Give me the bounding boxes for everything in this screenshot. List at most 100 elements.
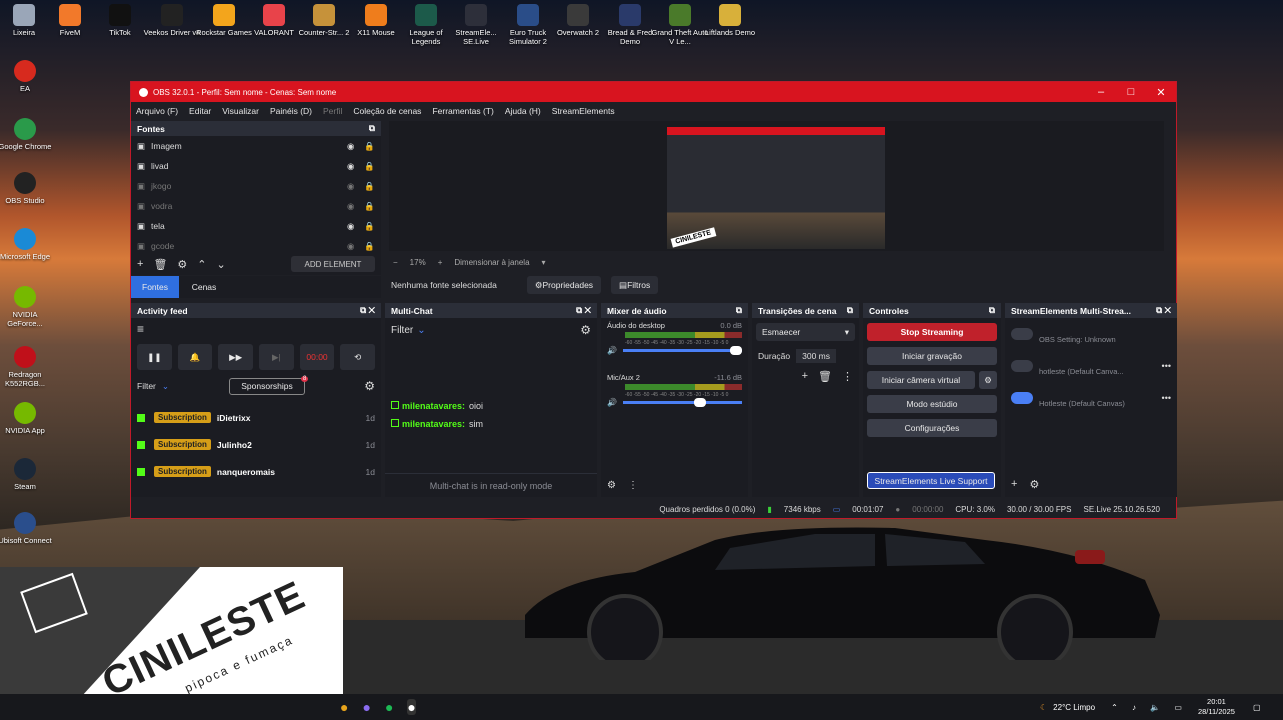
- multistream-item[interactable]: hotleste (Default Canva... •••: [1005, 350, 1177, 382]
- desktop-icon[interactable]: Redragon K552RGB...: [0, 346, 55, 388]
- eye-slash-icon[interactable]: ◉: [347, 181, 354, 192]
- remove-transition-icon[interactable]: 🗑: [818, 370, 832, 383]
- zoom-in-icon[interactable]: +: [438, 258, 443, 267]
- toggle-switch[interactable]: [1011, 328, 1033, 340]
- lock-icon[interactable]: 🔒: [364, 181, 375, 192]
- dock-close-icon[interactable]: ⧉ ✕: [1156, 305, 1171, 316]
- eye-icon[interactable]: ◉: [347, 161, 354, 172]
- bell-icon[interactable]: 🔔: [177, 344, 213, 370]
- desktop-icon[interactable]: Ubisoft Connect: [0, 512, 55, 545]
- lock-icon[interactable]: 🔒: [364, 141, 375, 152]
- volume-slider[interactable]: [622, 346, 742, 355]
- desktop-icon[interactable]: Microsoft Edge: [0, 228, 55, 261]
- multistream-item[interactable]: Hotleste (Default Canvas) •••: [1005, 382, 1177, 414]
- skip-button[interactable]: ▶▶: [218, 344, 254, 370]
- more-icon[interactable]: ⋮: [628, 480, 638, 491]
- tab-sources[interactable]: Fontes: [131, 276, 179, 298]
- desktop-icon[interactable]: OBS Studio: [0, 172, 55, 205]
- weather-text[interactable]: 22°C Limpo: [1053, 703, 1095, 712]
- more-icon[interactable]: •••: [1162, 393, 1171, 403]
- add-transition-icon[interactable]: +: [802, 370, 808, 382]
- desktop-icon[interactable]: NVIDIA GeForce...: [0, 286, 55, 328]
- clock-time[interactable]: 20:01: [1198, 697, 1235, 707]
- desktop-icon[interactable]: Veekos Driver v4: [142, 4, 202, 37]
- activity-item[interactable]: Subscription Julinho2 1d: [131, 431, 381, 458]
- toggle-switch[interactable]: [1011, 360, 1033, 372]
- lock-icon[interactable]: 🔒: [364, 241, 375, 252]
- desktop-icon[interactable]: Overwatch 2: [548, 4, 608, 37]
- dock-close-icon[interactable]: ⧉ ✕: [576, 305, 591, 316]
- volume-slider[interactable]: [622, 398, 742, 407]
- speaker-icon[interactable]: 🔊: [607, 346, 617, 355]
- desktop-icon[interactable]: NVIDIA App: [0, 402, 55, 435]
- lock-icon[interactable]: 🔒: [364, 221, 375, 232]
- menu-item[interactable]: Perfil: [323, 106, 342, 116]
- eye-icon[interactable]: ◉: [347, 221, 354, 232]
- gear-icon[interactable]: ⚙: [979, 371, 997, 389]
- menu-item[interactable]: StreamElements: [552, 106, 615, 116]
- move-down-icon[interactable]: ⌄: [217, 258, 226, 271]
- menu-item[interactable]: Ferramentas (T): [432, 106, 493, 116]
- transition-select[interactable]: Esmaecer ▾: [756, 323, 855, 341]
- toggle-switch[interactable]: [1011, 392, 1033, 404]
- slider-knob[interactable]: [694, 398, 706, 407]
- spotify-icon[interactable]: ●: [385, 699, 393, 715]
- undock-icon[interactable]: ⧉: [989, 305, 995, 316]
- preview-area[interactable]: CINILESTE: [389, 121, 1164, 251]
- scale-select[interactable]: Dimensionar à janela: [454, 258, 529, 267]
- menu-item[interactable]: Editar: [189, 106, 211, 116]
- source-item[interactable]: ▣ tela ◉ 🔒: [131, 216, 381, 236]
- eye-slash-icon[interactable]: ◉: [347, 201, 354, 212]
- clock-date[interactable]: 28/11/2025: [1198, 707, 1235, 717]
- desktop-icon[interactable]: Counter-Str... 2: [294, 4, 354, 37]
- control-button[interactable]: Modo estúdio: [867, 395, 997, 413]
- control-button[interactable]: Stop Streaming: [867, 323, 997, 341]
- undock-icon[interactable]: ⧉: [369, 123, 375, 134]
- close-button[interactable]: ✕: [1146, 86, 1176, 99]
- history-icon[interactable]: ⟲: [340, 344, 376, 370]
- hamburger-icon[interactable]: ≡: [137, 322, 144, 336]
- control-button[interactable]: Configurações: [867, 419, 997, 437]
- undock-icon[interactable]: ⧉: [847, 305, 853, 316]
- sponsorships-button[interactable]: Sponsorships: [229, 377, 306, 395]
- maximize-button[interactable]: □: [1116, 86, 1146, 99]
- live-support-button[interactable]: StreamElements Live Support: [867, 472, 995, 489]
- mixer-settings-icon[interactable]: ⚙: [607, 480, 616, 491]
- desktop-icon[interactable]: TikTok: [90, 4, 150, 37]
- chevron-down-icon[interactable]: ⌄: [417, 325, 425, 336]
- next-button[interactable]: ▶|: [259, 344, 294, 370]
- source-item[interactable]: ▣ jkogo ◉ 🔒: [131, 176, 381, 196]
- desktop-icon[interactable]: Steam: [0, 458, 55, 491]
- remove-source-icon[interactable]: 🗑: [153, 258, 167, 271]
- eye-icon[interactable]: ◉: [347, 141, 354, 152]
- properties-button[interactable]: ⚙ Propriedades: [526, 276, 602, 294]
- pause-button[interactable]: ❚❚: [137, 344, 172, 370]
- desktop-icon[interactable]: Google Chrome: [0, 118, 55, 151]
- add-output-icon[interactable]: +: [1011, 478, 1017, 491]
- speaker-icon[interactable]: 🔊: [607, 398, 617, 407]
- chat-filter[interactable]: Filter: [391, 325, 413, 336]
- control-button[interactable]: Iniciar gravação: [867, 347, 997, 365]
- activity-filter[interactable]: Filter: [137, 381, 156, 391]
- slider-knob[interactable]: [730, 346, 742, 355]
- source-item[interactable]: ▣ livad ◉ 🔒: [131, 156, 381, 176]
- chevron-down-icon[interactable]: ⌄: [162, 381, 169, 392]
- tray-icons[interactable]: ⌃ ♪ 🔈 ▭: [1111, 703, 1188, 712]
- multistream-item[interactable]: OBS Setting: Unknown: [1005, 318, 1177, 350]
- menu-item[interactable]: Arquivo (F): [136, 106, 178, 116]
- move-up-icon[interactable]: ⌃: [197, 258, 206, 271]
- gear-icon[interactable]: ⚙: [1029, 478, 1039, 491]
- minimize-button[interactable]: –: [1086, 86, 1116, 99]
- filters-button[interactable]: ▤ Filtros: [611, 276, 659, 294]
- lock-icon[interactable]: 🔒: [364, 201, 375, 212]
- menu-item[interactable]: Painéis (D): [270, 106, 312, 116]
- desktop-icon[interactable]: Liftlands Demo: [700, 4, 760, 37]
- chevron-down-icon[interactable]: ▾: [542, 258, 546, 267]
- add-element-button[interactable]: ADD ELEMENT: [291, 256, 375, 272]
- discord-icon[interactable]: ●: [362, 699, 370, 715]
- menu-item[interactable]: Visualizar: [222, 106, 259, 116]
- activity-item[interactable]: Subscription nanqueromais 1d: [131, 458, 381, 485]
- add-source-icon[interactable]: +: [137, 258, 143, 270]
- menu-item[interactable]: Ajuda (H): [505, 106, 541, 116]
- source-item[interactable]: ▣ vodra ◉ 🔒: [131, 196, 381, 216]
